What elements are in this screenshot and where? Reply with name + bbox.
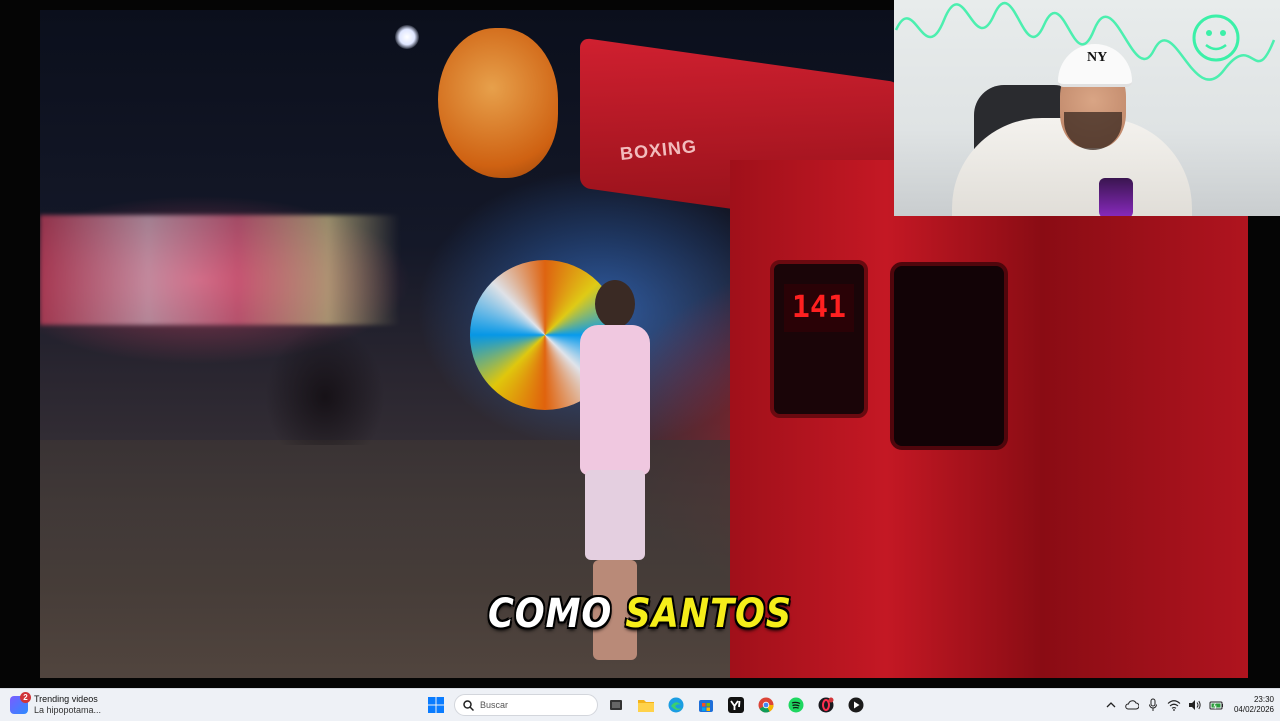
yahoo-button[interactable] — [724, 693, 748, 717]
windows-start-icon — [428, 697, 444, 713]
video-fair-lights — [40, 215, 400, 325]
taskbar: 2 Trending videos La hipopotama... Busca… — [0, 688, 1280, 721]
clock-date: 04/02/2026 — [1233, 705, 1274, 714]
task-view-button[interactable] — [604, 693, 628, 717]
wifi-button[interactable] — [1167, 698, 1181, 712]
chrome-button[interactable] — [754, 693, 778, 717]
webcam-overlay: NY — [894, 0, 1280, 216]
chrome-icon — [758, 697, 774, 713]
subtitle-word-2: SANTOS — [625, 591, 792, 637]
person-shorts — [585, 470, 645, 560]
media-player-button[interactable] — [844, 693, 868, 717]
opera-gx-button[interactable] — [814, 693, 838, 717]
video-balloon — [438, 28, 558, 178]
wifi-icon — [1167, 700, 1181, 711]
store-icon — [699, 700, 713, 712]
media-player-icon — [848, 697, 864, 713]
battery-button[interactable] — [1209, 698, 1223, 712]
video-subtitle: COMO SANTOS — [77, 591, 1203, 637]
taskbar-search[interactable]: Buscar — [454, 694, 598, 716]
system-tray: 23:30 04/02/2026 — [1104, 692, 1274, 718]
clock[interactable]: 23:30 04/02/2026 — [1234, 695, 1274, 715]
score-display: 141 — [784, 284, 854, 332]
clock-time: 23:30 — [1253, 695, 1274, 704]
widget-subtitle: La hipopotama... — [34, 705, 102, 715]
store-button[interactable] — [694, 693, 718, 717]
start-button[interactable] — [424, 693, 448, 717]
taskbar-center: Buscar — [424, 692, 868, 718]
show-hidden-icons-button[interactable] — [1104, 698, 1118, 712]
cap-logo: NY — [1087, 50, 1108, 65]
score-panel: 141 — [770, 260, 868, 418]
volume-button[interactable] — [1188, 698, 1202, 712]
microphone-icon — [1148, 698, 1157, 711]
search-icon — [463, 699, 474, 711]
subtitle-word-1: COMO — [487, 591, 613, 637]
widget-text: Trending videos La hipopotama... — [34, 694, 101, 716]
spotify-button[interactable] — [784, 693, 808, 717]
microphone-button[interactable] — [1146, 698, 1160, 712]
onedrive-button[interactable] — [1125, 698, 1139, 712]
search-placeholder: Buscar — [480, 700, 509, 710]
microphone — [1099, 178, 1133, 216]
notification-badge: 2 — [20, 692, 31, 703]
spotify-icon — [788, 697, 804, 713]
volume-icon — [1188, 700, 1201, 710]
chevron-up-icon — [1106, 702, 1116, 708]
cloud-icon — [1125, 700, 1139, 710]
video-crowd — [265, 325, 385, 445]
file-explorer-button[interactable] — [634, 693, 658, 717]
edge-button[interactable] — [664, 693, 688, 717]
battery-icon — [1209, 701, 1223, 710]
yahoo-icon — [728, 697, 744, 713]
person-head — [595, 280, 635, 328]
widgets-button[interactable]: 2 Trending videos La hipopotama... — [10, 692, 101, 718]
widgets-icon: 2 — [10, 692, 31, 714]
task-view-icon — [610, 700, 622, 710]
person-torso — [580, 325, 650, 475]
opera-gx-icon — [818, 697, 834, 713]
machine-screen — [890, 262, 1008, 450]
widget-title: Trending videos — [34, 694, 98, 704]
video-moon — [395, 25, 419, 49]
edge-icon — [668, 697, 684, 713]
file-explorer-icon — [638, 700, 654, 712]
